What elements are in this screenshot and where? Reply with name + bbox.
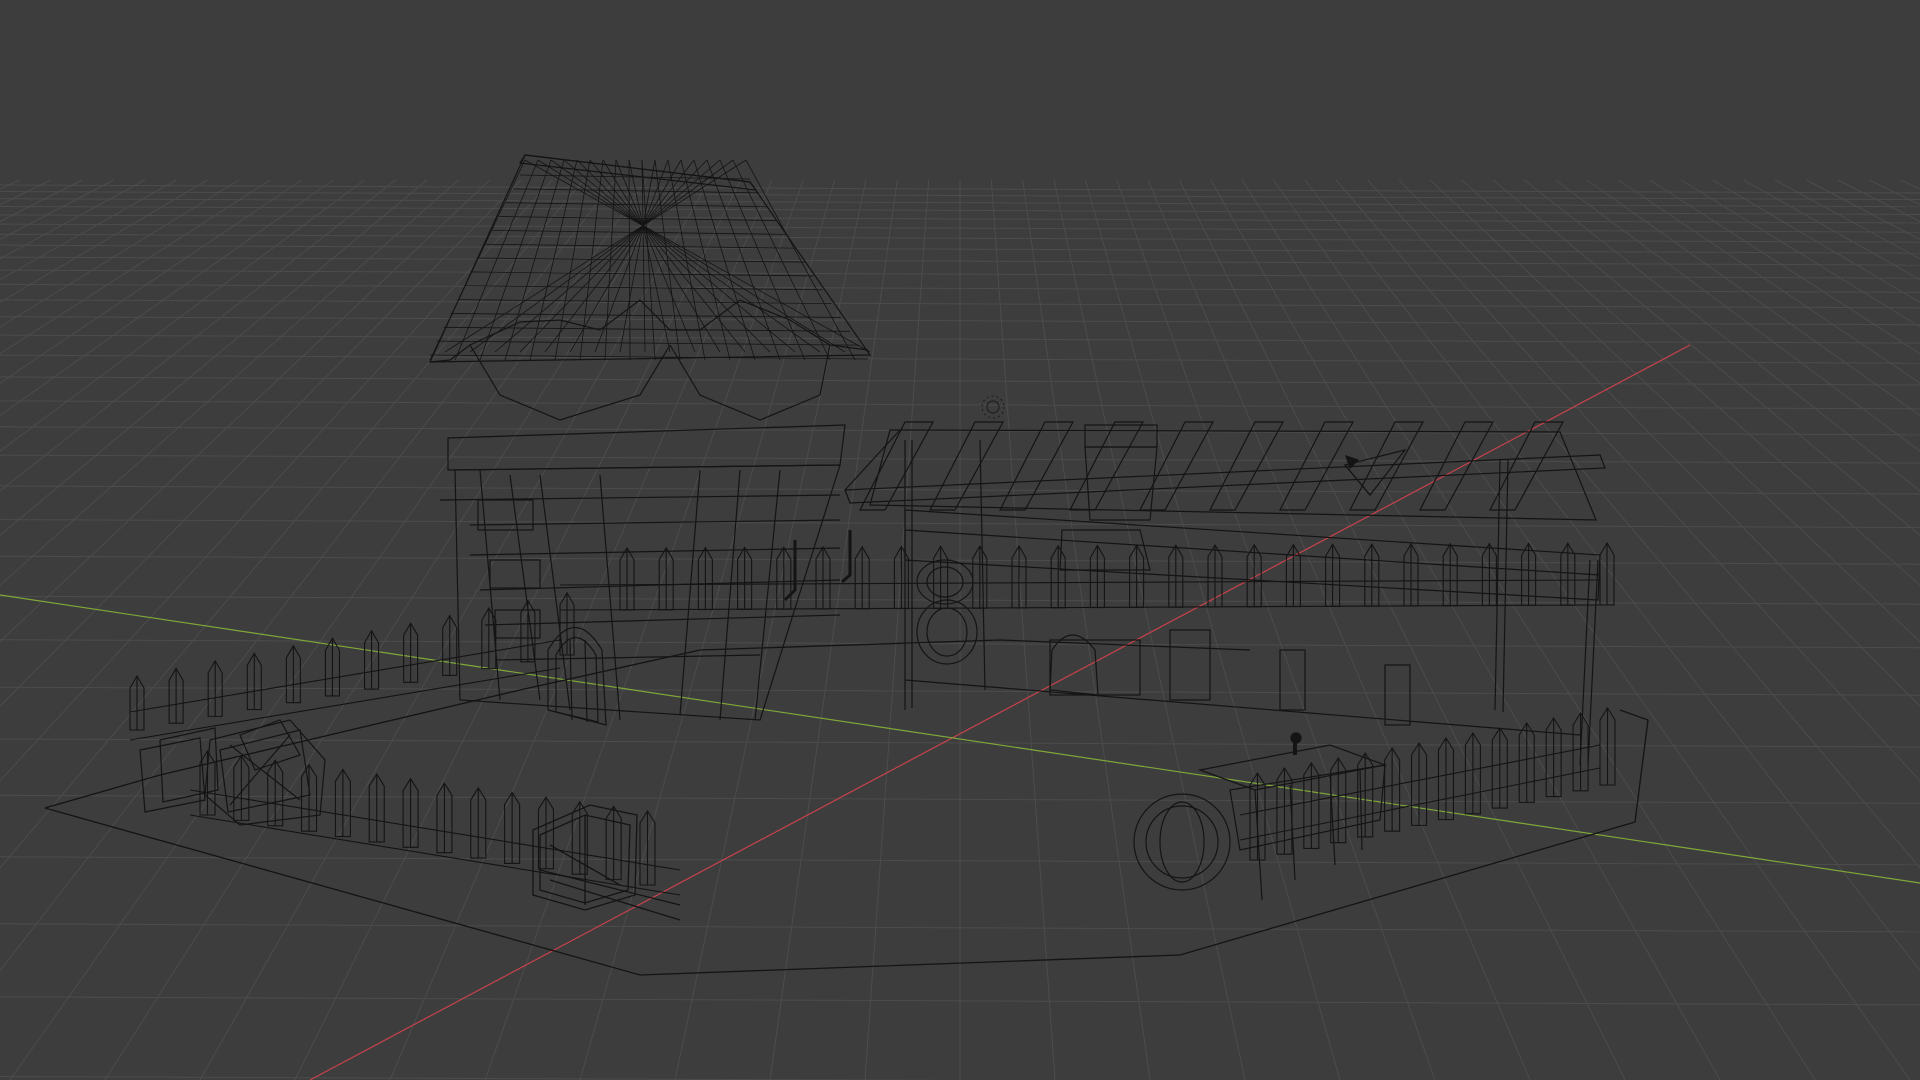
grid-line [0, 179, 302, 384]
fence-rail [129, 667, 561, 741]
roof-shingle-line [429, 159, 526, 361]
grid-line [1806, 179, 1920, 241]
viewport-canvas[interactable] [0, 0, 1920, 1080]
grid-line [1743, 179, 1920, 281]
grid-line [1868, 179, 1920, 206]
grid-line [294, 179, 741, 1080]
grid-line [864, 179, 930, 1080]
crates-left[interactable] [139, 719, 326, 826]
grid-line [0, 179, 240, 328]
grid-line [1210, 179, 1721, 1080]
roof-shingle-line [436, 340, 859, 346]
grid-line [0, 179, 114, 241]
grid-line [9, 179, 647, 1080]
rafter [1069, 421, 1145, 511]
grid-line [1241, 179, 1816, 1080]
roof-shingle-line [544, 159, 695, 353]
grid-line [0, 179, 52, 206]
grid-line [0, 179, 428, 536]
grid-line [1649, 179, 1920, 355]
grid-line [1680, 179, 1920, 328]
rafter [859, 421, 935, 511]
roof-shingle-line [454, 159, 539, 361]
grid-line [674, 179, 867, 1080]
grid-line [1461, 179, 1920, 586]
grid-line [1022, 179, 1151, 1080]
grid-line [0, 179, 208, 303]
grid-line [0, 179, 365, 452]
roof-shingle-line [504, 159, 565, 361]
grid-line [0, 179, 616, 972]
rafter [1419, 421, 1495, 511]
roof-shingle-line [444, 159, 747, 353]
grid-line [1304, 179, 1920, 972]
grid-line [1335, 179, 1920, 869]
barrel-cart-right[interactable] [1133, 732, 1388, 901]
light-gizmo[interactable] [981, 395, 1005, 419]
grid-line [1429, 179, 1920, 643]
grid-line [0, 179, 20, 190]
grid-line [1492, 179, 1920, 536]
grid-line [0, 179, 334, 417]
rafter [1489, 421, 1565, 511]
grid-line [1618, 179, 1920, 384]
grid-line [1398, 179, 1920, 708]
grid-line [1774, 179, 1920, 260]
grid-line [1900, 179, 1920, 190]
grid-line [0, 179, 146, 260]
floor-grid [0, 179, 1920, 1080]
fence-rail [559, 604, 1601, 611]
roof-rafters [859, 421, 1565, 511]
rafter [1279, 421, 1355, 511]
grid-line [1555, 179, 1920, 452]
rafter [1139, 421, 1215, 511]
grid-line [1712, 179, 1920, 303]
grid-line [769, 179, 898, 1080]
grid-line [0, 179, 459, 586]
rafter [999, 421, 1075, 511]
grid-line [1586, 179, 1920, 417]
grid-line [1273, 179, 1911, 1080]
rafter [1209, 421, 1285, 511]
grid-line [990, 179, 1056, 1080]
grid-line [1179, 179, 1626, 1080]
3d-viewport[interactable] [0, 0, 1920, 1080]
grid-line [1116, 179, 1436, 1080]
grid-line [0, 179, 491, 643]
grid-line [0, 179, 177, 281]
